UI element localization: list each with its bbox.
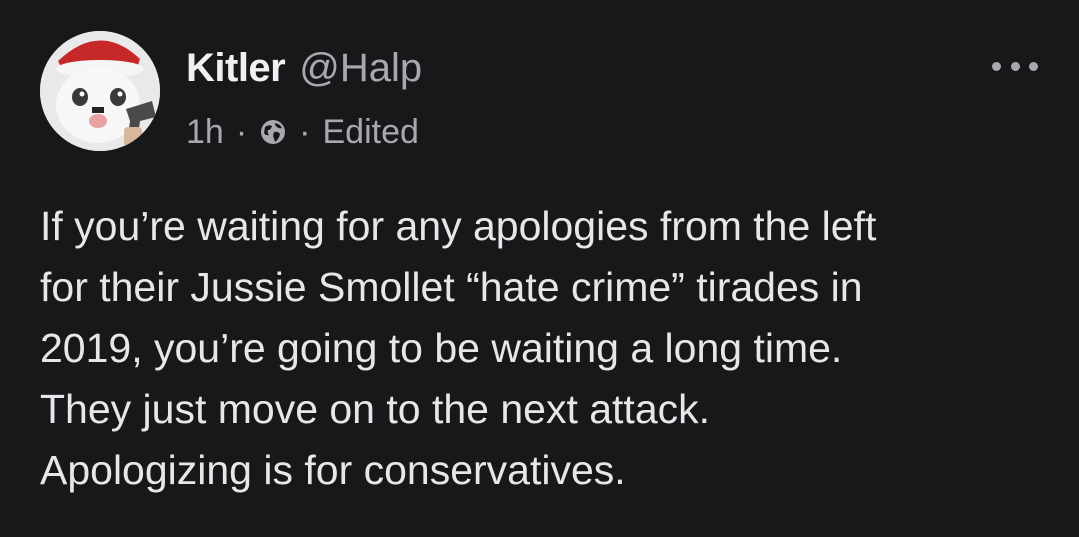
author-display-name[interactable]: Kitler <box>186 46 286 91</box>
post-body-line: 2019, you’re going to be waiting a long … <box>40 325 843 371</box>
globe-icon <box>259 118 287 146</box>
post-body-line: If you’re waiting for any apologies from… <box>40 203 877 249</box>
more-options-icon <box>992 61 1001 71</box>
edited-label[interactable]: Edited <box>322 113 418 152</box>
post-meta: 1h · · Edited <box>186 108 419 156</box>
author-line: Kitler @Halp <box>186 46 422 98</box>
post-timestamp[interactable]: 1h <box>186 113 224 152</box>
cat-avatar-icon <box>40 31 160 151</box>
post-body-line: They just move on to the next attack. <box>40 386 711 432</box>
more-options-icon <box>1010 61 1020 71</box>
more-options-icon <box>1029 61 1038 71</box>
post-body-line: for their Jussie Smollet “hate crime” ti… <box>40 264 863 310</box>
author-handle[interactable]: @Halp <box>299 46 422 91</box>
meta-separator: · <box>299 112 311 151</box>
meta-separator: · <box>235 112 248 151</box>
more-options-button[interactable] <box>992 54 1038 78</box>
post-body: If you’re waiting for any apologies from… <box>40 196 1050 501</box>
post-body-line: Apologizing is for conservatives. <box>40 447 626 493</box>
post-card: Kitler @Halp 1h · · Edited If you’re wai… <box>0 0 1079 537</box>
avatar[interactable] <box>40 31 160 151</box>
